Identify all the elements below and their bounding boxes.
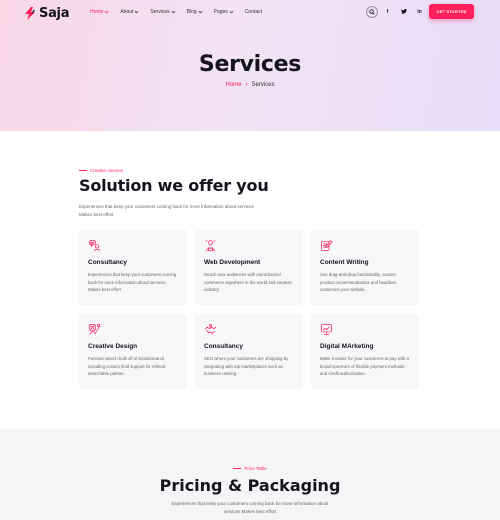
section-eyebrow: Creative Service xyxy=(79,168,123,173)
consultancy-icon xyxy=(89,240,101,252)
brand-name: Saja xyxy=(39,6,70,21)
service-card-title: Digital MArketing xyxy=(320,343,374,350)
service-card-text: Experiences that keep your customers com… xyxy=(88,272,177,292)
get-started-button[interactable]: GET STARTED xyxy=(429,4,474,19)
brand-logo[interactable]: Saja xyxy=(24,6,69,21)
service-card[interactable]: Consultancy Experiences that keep your c… xyxy=(79,230,187,305)
eyebrow-line xyxy=(79,170,87,171)
eyebrow-label: Creative Service xyxy=(90,168,124,173)
service-card-title: Content Writing xyxy=(320,259,369,266)
chevron-down-icon xyxy=(134,10,139,14)
nav-item-blog[interactable]: Blog xyxy=(187,9,203,15)
service-card[interactable]: Digital MArketing Make it easier for you… xyxy=(311,314,419,389)
section-title: Solution we offer you xyxy=(79,176,269,195)
service-card[interactable]: Web Development Reach new audiences with… xyxy=(195,230,303,305)
web-development-icon xyxy=(205,240,216,252)
section-description: Experiences that keep your customers com… xyxy=(79,204,254,217)
pricing-eyebrow-label: Price Table xyxy=(244,466,267,471)
twitter-bird-shape xyxy=(400,9,407,14)
nav-item-label: Contact xyxy=(244,9,263,15)
nav-item-about[interactable]: About xyxy=(120,9,139,15)
nav-item-label: Pages xyxy=(213,9,228,15)
pricing-title: Pricing & Packaging xyxy=(159,476,341,495)
chevron-down-icon xyxy=(229,10,234,14)
nav-item-home[interactable]: Home xyxy=(90,9,109,15)
chevron-down-icon xyxy=(198,10,203,14)
nav-item-contact[interactable]: Contact xyxy=(245,9,262,15)
pricing-description: Experiences that keep your customers com… xyxy=(171,501,329,514)
content-writing-icon xyxy=(321,240,333,251)
service-card[interactable]: Creative Design Faceted search built off… xyxy=(79,314,187,389)
nav-item-label: Blog xyxy=(186,9,197,15)
logo-mark-icon xyxy=(25,7,35,20)
service-card-text: SEO where your customers are shopping by… xyxy=(204,356,289,376)
facebook-icon[interactable]: f xyxy=(384,7,391,16)
chevron-down-icon xyxy=(104,10,109,14)
chevron-right-icon: › xyxy=(245,82,248,88)
service-card-title: Consultancy xyxy=(204,343,244,350)
main-nav: Home About Services Blog Pages Contact xyxy=(90,9,262,15)
nav-item-services[interactable]: Services xyxy=(150,9,176,15)
nav-item-label: About xyxy=(120,9,134,15)
nav-item-label: Home xyxy=(90,9,104,15)
hero-banner: Saja Home About Services Blog Pages Cont… xyxy=(0,0,500,131)
service-card[interactable]: Consultancy SEO where your customers are… xyxy=(195,314,303,389)
pricing-section: Price Table Pricing & Packaging Experien… xyxy=(0,429,500,520)
linkedin-icon[interactable]: in xyxy=(416,7,423,16)
chevron-down-icon xyxy=(171,10,176,14)
search-icon xyxy=(369,9,375,15)
digital-marketing-icon xyxy=(321,324,332,335)
service-card-text: Make it easier for your customers to pay… xyxy=(320,356,409,376)
breadcrumb-home-link[interactable]: Home xyxy=(225,82,241,88)
service-card-text: Reach new audiences with omnichannel com… xyxy=(204,272,292,292)
nav-item-pages[interactable]: Pages xyxy=(214,9,234,15)
social-links: f in xyxy=(384,7,423,16)
twitter-icon[interactable] xyxy=(400,7,407,16)
breadcrumb-current: Services xyxy=(251,82,275,88)
service-card[interactable]: Content Writing Use drag-and-drop functi… xyxy=(311,230,419,305)
service-card-text: Use drag-and-drop functionality, custom … xyxy=(320,272,397,292)
eyebrow-line xyxy=(233,468,242,469)
page-title: Services xyxy=(198,52,302,77)
service-card-text: Faceted search built off of Elasticsearc… xyxy=(88,356,166,376)
pricing-eyebrow: Price Table xyxy=(0,466,500,471)
breadcrumb: Home › Services xyxy=(0,82,500,88)
nav-item-label: Services xyxy=(150,9,170,15)
service-card-title: Consultancy xyxy=(88,259,128,266)
consultancy-handshake-icon xyxy=(204,323,217,335)
search-button[interactable] xyxy=(366,6,378,18)
service-card-title: Creative Design xyxy=(88,343,138,350)
service-card-title: Web Development xyxy=(204,259,261,266)
creative-design-icon xyxy=(89,323,101,335)
